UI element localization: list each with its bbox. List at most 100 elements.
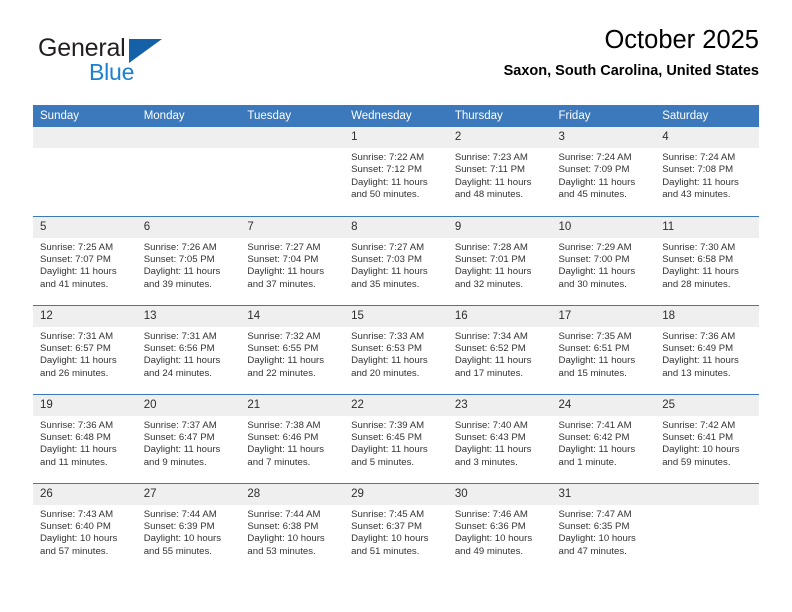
sunset-text: Sunset: 6:47 PM: [143, 431, 215, 443]
calendar-day-cell[interactable]: 21 Sunrise: 7:38 AM Sunset: 6:46 PM Dayligh…: [240, 393, 345, 483]
sunrise-sunset-calendar: Sunday Monday Tuesday Wednesday Thursday…: [33, 105, 759, 572]
sunset-text: Sunset: 7:11 PM: [454, 164, 526, 176]
sunset-text: Sunset: 6:45 PM: [351, 431, 423, 443]
calendar-day-cell[interactable]: 23 Sunrise: 7:40 AM Sunset: 6:43 PM Dayligh…: [447, 393, 552, 483]
day-number: 11: [655, 216, 759, 238]
day-number: 28: [240, 483, 345, 505]
day-number: 5: [33, 216, 137, 238]
daylight-text: Daylight: 11 hours and 20 minutes.: [351, 355, 428, 379]
calendar-day-cell[interactable]: 18 Sunrise: 7:36 AM Sunset: 6:49 PM Dayligh…: [655, 304, 759, 394]
day-number: 17: [551, 305, 656, 327]
sunset-text: Sunset: 6:57 PM: [40, 342, 111, 354]
daylight-text: Daylight: 11 hours and 37 minutes.: [247, 266, 325, 290]
sunset-text: Sunset: 6:35 PM: [558, 520, 630, 532]
calendar-day-cell-empty: [33, 127, 137, 216]
calendar-day-cell-empty: [136, 127, 241, 216]
calendar-day-cell[interactable]: 6 Sunrise: 7:26 AM Sunset: 7:05 PM Daylight…: [136, 215, 241, 305]
calendar-day-cell[interactable]: 10 Sunrise: 7:29 AM Sunset: 7:00 PM Dayligh…: [551, 215, 656, 305]
daylight-text: Daylight: 11 hours and 13 minutes.: [662, 355, 739, 379]
calendar-day-cell[interactable]: 14 Sunrise: 7:32 AM Sunset: 6:55 PM Dayligh…: [240, 304, 345, 394]
sunset-text: Sunset: 6:37 PM: [351, 520, 423, 532]
day-details: Sunrise: 7:46 AM Sunset: 6:36 PM Daylight:…: [448, 505, 552, 559]
sunset-text: Sunset: 7:07 PM: [40, 253, 111, 265]
calendar-day-cell[interactable]: 12 Sunrise: 7:31 AM Sunset: 6:57 PM Dayligh…: [33, 304, 137, 394]
day-number: 10: [551, 216, 656, 238]
calendar-day-cell[interactable]: 29 Sunrise: 7:45 AM Sunset: 6:37 PM Dayligh…: [344, 482, 448, 572]
sunset-text: Sunset: 6:58 PM: [662, 253, 734, 265]
day-number: [33, 127, 137, 148]
day-details: Sunrise: 7:24 AM Sunset: 7:08 PM Daylight:…: [655, 148, 759, 202]
sunset-text: Sunset: 6:40 PM: [40, 520, 111, 532]
general-blue-logo[interactable]: General Blue: [33, 26, 263, 88]
calendar-day-cell[interactable]: 1 Sunrise: 7:22 AM Sunset: 7:12 PM Daylight…: [344, 127, 448, 216]
day-details: Sunrise: 7:28 AM Sunset: 7:01 PM Daylight:…: [448, 238, 552, 292]
daylight-text: Daylight: 11 hours and 9 minutes.: [143, 444, 221, 468]
day-number: 30: [447, 483, 552, 505]
sunrise-text: Sunrise: 7:46 AM: [454, 508, 528, 520]
day-details: Sunrise: 7:27 AM Sunset: 7:03 PM Daylight:…: [344, 238, 448, 292]
calendar-day-cell[interactable]: 27 Sunrise: 7:44 AM Sunset: 6:39 PM Dayligh…: [136, 482, 241, 572]
location-subtitle: Saxon, South Carolina, United States: [503, 63, 759, 80]
calendar-day-cell[interactable]: 16 Sunrise: 7:34 AM Sunset: 6:52 PM Dayligh…: [447, 304, 552, 394]
calendar-day-cell[interactable]: 7 Sunrise: 7:27 AM Sunset: 7:04 PM Daylight…: [240, 215, 345, 305]
calendar-day-cell[interactable]: 17 Sunrise: 7:35 AM Sunset: 6:51 PM Dayligh…: [551, 304, 656, 394]
day-number: 27: [136, 483, 241, 505]
day-number: 2: [447, 127, 552, 148]
day-details: Sunrise: 7:45 AM Sunset: 6:37 PM Daylight:…: [344, 505, 448, 559]
day-number: 23: [447, 394, 552, 416]
calendar-day-cell[interactable]: 13 Sunrise: 7:31 AM Sunset: 6:56 PM Dayligh…: [136, 304, 241, 394]
calendar-day-cell[interactable]: 22 Sunrise: 7:39 AM Sunset: 6:45 PM Dayligh…: [344, 393, 448, 483]
day-details: Sunrise: 7:44 AM Sunset: 6:39 PM Daylight:…: [137, 505, 241, 559]
calendar-day-cell[interactable]: 4 Sunrise: 7:24 AM Sunset: 7:08 PM Daylight…: [655, 127, 759, 216]
daylight-text: Daylight: 11 hours and 32 minutes.: [454, 266, 532, 290]
day-number: 18: [655, 305, 759, 327]
day-details: Sunrise: 7:31 AM Sunset: 6:56 PM Daylight:…: [137, 327, 241, 381]
daylight-text: Daylight: 11 hours and 48 minutes.: [454, 176, 532, 201]
day-number: [136, 127, 241, 148]
sunrise-text: Sunrise: 7:28 AM: [454, 241, 528, 253]
sunset-text: Sunset: 6:43 PM: [454, 431, 526, 443]
calendar-day-cell[interactable]: 19 Sunrise: 7:36 AM Sunset: 6:48 PM Dayligh…: [33, 393, 137, 483]
calendar-week-row: 1 Sunrise: 7:22 AM Sunset: 7:12 PM Daylight…: [33, 127, 759, 216]
calendar-day-cell[interactable]: 3 Sunrise: 7:24 AM Sunset: 7:09 PM Daylight…: [551, 127, 656, 216]
day-details: Sunrise: 7:30 AM Sunset: 6:58 PM Daylight:…: [655, 238, 759, 292]
calendar-day-cell[interactable]: 2 Sunrise: 7:23 AM Sunset: 7:11 PM Daylight…: [447, 127, 552, 216]
calendar-day-cell[interactable]: 15 Sunrise: 7:33 AM Sunset: 6:53 PM Dayligh…: [344, 304, 448, 394]
calendar-day-cell[interactable]: 11 Sunrise: 7:30 AM Sunset: 6:58 PM Dayligh…: [655, 215, 759, 305]
calendar-day-cell-empty: [655, 482, 759, 572]
sunrise-text: Sunrise: 7:32 AM: [247, 330, 321, 342]
day-details: Sunrise: 7:36 AM Sunset: 6:49 PM Daylight:…: [655, 327, 759, 381]
brand-name-blue: Blue: [89, 59, 135, 85]
calendar-day-cell[interactable]: 5 Sunrise: 7:25 AM Sunset: 7:07 PM Daylight…: [33, 215, 137, 305]
weekday-header-friday: Friday: [551, 105, 656, 127]
weekday-header-thursday: Thursday: [447, 105, 552, 127]
day-details: Sunrise: 7:25 AM Sunset: 7:07 PM Daylight:…: [33, 238, 137, 292]
day-details: Sunrise: 7:34 AM Sunset: 6:52 PM Daylight:…: [448, 327, 552, 381]
sunrise-text: Sunrise: 7:39 AM: [351, 419, 425, 431]
day-number: 8: [344, 216, 448, 238]
day-number: 22: [344, 394, 448, 416]
calendar-day-cell[interactable]: 28 Sunrise: 7:44 AM Sunset: 6:38 PM Dayligh…: [240, 482, 345, 572]
sunrise-text: Sunrise: 7:36 AM: [662, 330, 736, 342]
calendar-day-cell[interactable]: 30 Sunrise: 7:46 AM Sunset: 6:36 PM Dayligh…: [447, 482, 552, 572]
day-number: 1: [344, 127, 448, 148]
daylight-text: Daylight: 11 hours and 26 minutes.: [40, 355, 117, 379]
day-details: Sunrise: 7:23 AM Sunset: 7:11 PM Daylight:…: [448, 148, 552, 202]
calendar-week-row: 12 Sunrise: 7:31 AM Sunset: 6:57 PM Dayligh…: [33, 304, 759, 394]
sunrise-text: Sunrise: 7:27 AM: [351, 241, 425, 253]
calendar-day-cell[interactable]: 24 Sunrise: 7:41 AM Sunset: 6:42 PM Dayligh…: [551, 393, 656, 483]
calendar-day-cell[interactable]: 9 Sunrise: 7:28 AM Sunset: 7:01 PM Daylight…: [447, 215, 552, 305]
day-number: [240, 127, 345, 148]
weekday-header-monday: Monday: [136, 105, 241, 127]
calendar-day-cell[interactable]: 8 Sunrise: 7:27 AM Sunset: 7:03 PM Daylight…: [344, 215, 448, 305]
day-details: Sunrise: 7:38 AM Sunset: 6:46 PM Daylight:…: [240, 416, 344, 470]
page-title: October 2025: [604, 26, 759, 54]
calendar-day-cell[interactable]: 26 Sunrise: 7:43 AM Sunset: 6:40 PM Dayligh…: [33, 482, 137, 572]
day-number: 6: [136, 216, 241, 238]
calendar-day-cell[interactable]: 31 Sunrise: 7:47 AM Sunset: 6:35 PM Dayligh…: [551, 482, 656, 572]
day-number: 3: [551, 127, 656, 148]
day-details: Sunrise: 7:24 AM Sunset: 7:09 PM Daylight:…: [552, 148, 656, 202]
calendar-day-cell[interactable]: 20 Sunrise: 7:37 AM Sunset: 6:47 PM Dayligh…: [136, 393, 241, 483]
day-number: 14: [240, 305, 345, 327]
calendar-day-cell[interactable]: 25 Sunrise: 7:42 AM Sunset: 6:41 PM Dayligh…: [655, 393, 759, 483]
